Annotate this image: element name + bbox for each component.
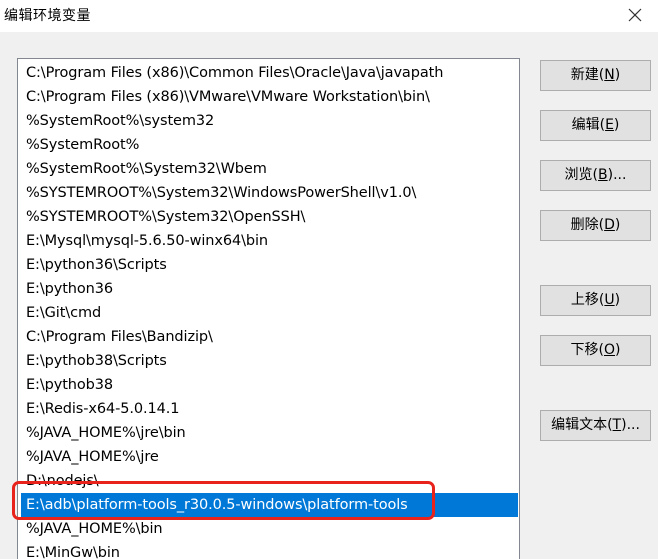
delete-button-label: 删除(: [570, 217, 605, 233]
edit-text-button[interactable]: 编辑文本(T)...: [540, 410, 651, 441]
move-up-button-suffix: ): [614, 292, 621, 308]
edit-button-suffix: ): [613, 117, 620, 133]
list-item[interactable]: %JAVA_HOME%\bin: [21, 517, 518, 541]
list-item[interactable]: E:\pythob38\Scripts: [21, 349, 518, 373]
edit-text-button-label: 编辑文本(: [551, 417, 613, 433]
list-item[interactable]: E:\Redis-x64-5.0.14.1: [21, 397, 518, 421]
new-button-hotkey: N: [604, 67, 615, 83]
list-item[interactable]: %SystemRoot%\System32\Wbem: [21, 157, 518, 181]
list-item-selected[interactable]: E:\adb\platform-tools_r30.0.5-windows\pl…: [21, 493, 518, 517]
list-item[interactable]: E:\Mysql\mysql-5.6.50-winx64\bin: [21, 229, 518, 253]
delete-button-suffix: ): [614, 217, 621, 233]
list-item[interactable]: C:\Program Files\Bandizip\: [21, 325, 518, 349]
list-item[interactable]: %SYSTEMROOT%\System32\OpenSSH\: [21, 205, 518, 229]
close-button[interactable]: [618, 0, 658, 32]
list-item[interactable]: E:\python36: [21, 277, 518, 301]
browse-button-hotkey: B: [598, 167, 608, 183]
list-item[interactable]: %SystemRoot%\system32: [21, 109, 518, 133]
move-down-button-label: 下移(: [570, 342, 604, 358]
list-item[interactable]: E:\Git\cmd: [21, 301, 518, 325]
edit-button-label: 编辑(: [571, 117, 606, 133]
move-up-button[interactable]: 上移(U): [540, 285, 651, 316]
browse-button-label: 浏览(: [564, 167, 599, 183]
edit-button[interactable]: 编辑(E): [540, 110, 651, 141]
list-item[interactable]: C:\Program Files (x86)\Common Files\Orac…: [21, 61, 518, 85]
list-item[interactable]: %SystemRoot%: [21, 133, 518, 157]
new-button-label: 新建(: [570, 67, 605, 83]
delete-button[interactable]: 删除(D): [540, 210, 651, 241]
list-item[interactable]: %SYSTEMROOT%\System32\WindowsPowerShell\…: [21, 181, 518, 205]
move-down-button-suffix: ): [615, 342, 621, 358]
list-item[interactable]: %JAVA_HOME%\jre\bin: [21, 421, 518, 445]
list-item[interactable]: E:\MinGw\bin: [21, 541, 518, 559]
new-button[interactable]: 新建(N): [540, 60, 651, 91]
window-title: 编辑环境变量: [4, 8, 91, 24]
list-item[interactable]: D:\nodejs\: [21, 469, 518, 493]
browse-button-suffix: )...: [607, 167, 627, 183]
close-icon: [628, 8, 642, 22]
move-down-button-hotkey: O: [603, 342, 616, 358]
edit-text-button-suffix: )...: [621, 417, 640, 433]
move-up-button-label: 上移(: [570, 292, 605, 308]
move-down-button[interactable]: 下移(O): [540, 335, 651, 366]
edit-button-hotkey: E: [605, 117, 614, 133]
move-up-button-hotkey: U: [604, 292, 615, 308]
new-button-suffix: ): [614, 67, 621, 83]
delete-button-hotkey: D: [604, 217, 615, 233]
path-list[interactable]: C:\Program Files (x86)\Common Files\Orac…: [17, 58, 520, 559]
list-item[interactable]: %JAVA_HOME%\jre: [21, 445, 518, 469]
edit-text-button-hotkey: T: [612, 417, 622, 433]
list-item[interactable]: E:\python36\Scripts: [21, 253, 518, 277]
title-bar: 编辑环境变量: [0, 0, 658, 32]
browse-button[interactable]: 浏览(B)...: [540, 160, 651, 191]
list-item[interactable]: E:\pythob38: [21, 373, 518, 397]
list-item[interactable]: C:\Program Files (x86)\VMware\VMware Wor…: [21, 85, 518, 109]
